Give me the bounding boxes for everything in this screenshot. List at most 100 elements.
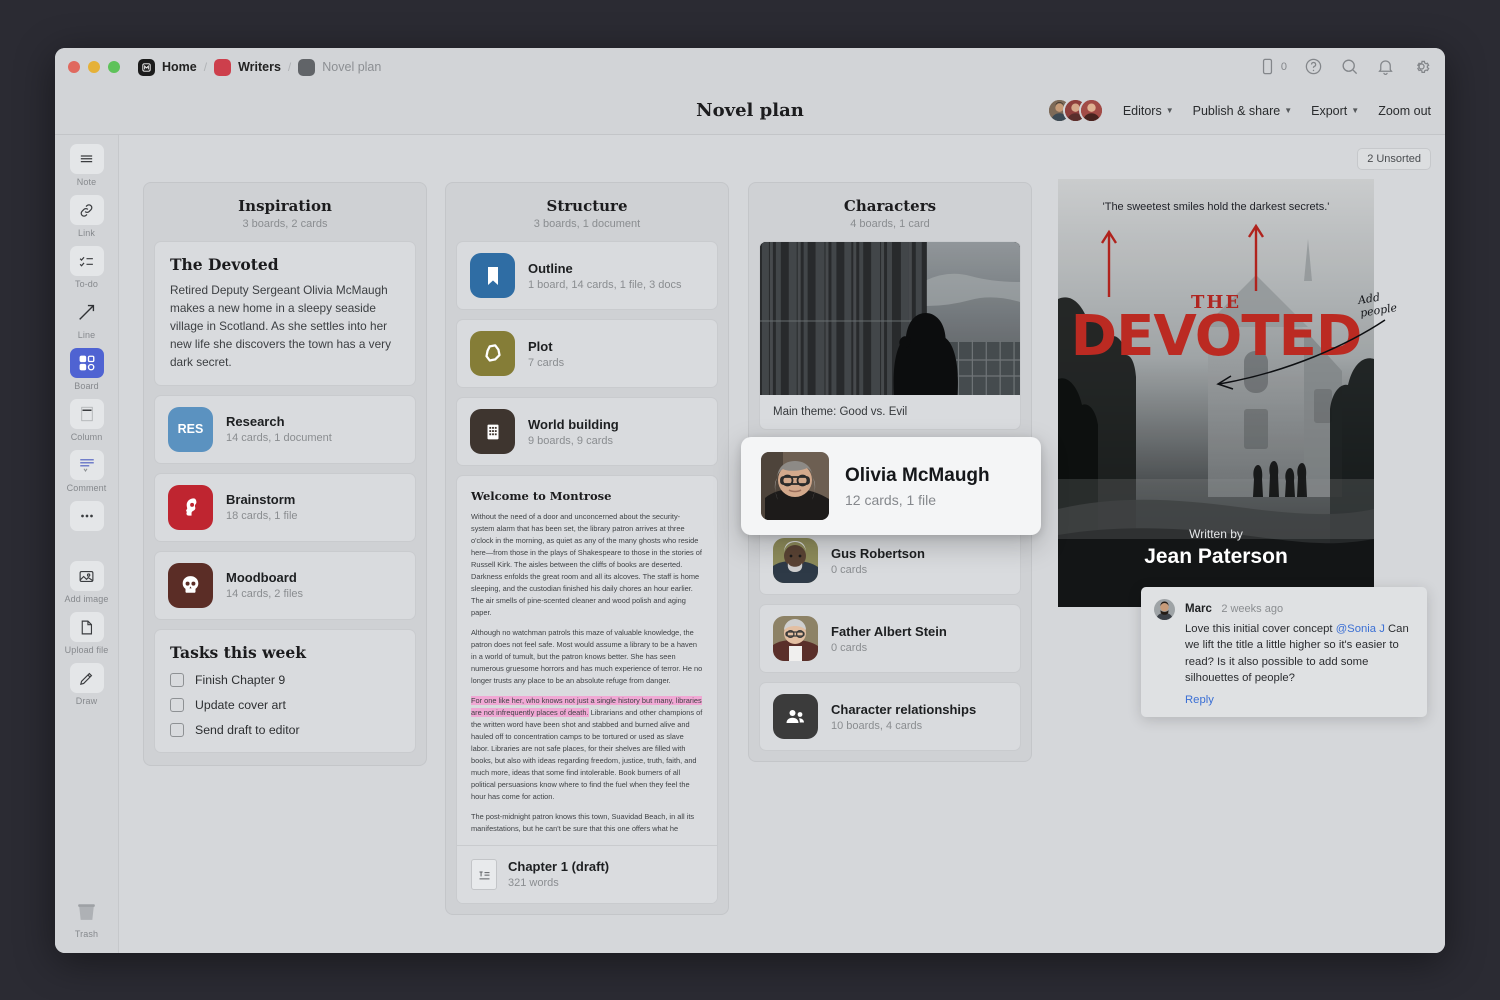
todo-item[interactable]: Send draft to editor [170,722,400,737]
comment-bubble-icon [69,450,104,480]
checkbox-icon[interactable] [170,722,184,737]
bookmark-icon [470,253,515,298]
research-initials-text: RES [177,422,204,437]
window-controls [68,61,120,73]
board-item-brainstorm[interactable]: Brainstorm 18 cards, 1 file [154,472,416,542]
tool-column[interactable]: Column [60,399,114,442]
tool-todo[interactable]: To-do [60,246,114,289]
board-item-subtitle: 7 cards [528,356,565,369]
trash-button[interactable]: Trash [60,896,114,939]
board-item-subtitle: 1 board, 14 cards, 1 file, 3 docs [528,278,682,291]
breadcrumb-item-home[interactable]: Home [138,58,197,76]
tool-draw[interactable]: Draw [60,663,114,706]
dragged-card-olivia-mcmaugh[interactable]: Olivia McMaugh 12 cards, 1 file [741,437,1041,535]
board-item-world-building[interactable]: World building 9 boards, 9 cards [456,397,718,466]
document-paragraph-rest: Librarians and other champions of the wr… [471,707,703,801]
maximize-window-button[interactable] [108,61,120,73]
column-subtitle: 3 boards, 1 document [533,218,641,230]
tool-link[interactable]: Link [60,195,114,238]
line-arrow-icon [70,297,104,327]
zoom-out-label: Zoom out [1378,103,1431,118]
board-square-icon [298,58,316,76]
board-item-title: Character relationships [831,701,977,717]
editors-menu-button[interactable]: Editors ▼ [1123,104,1174,118]
comment-thread[interactable]: Marc 2 weeks ago Love this initial cover… [1141,587,1427,717]
comment-reply-button[interactable]: Reply [1185,694,1413,706]
board-item-gus-robertson[interactable]: Gus Robertson 0 cards [759,526,1021,595]
tool-line[interactable]: Line [60,297,114,340]
tool-comment[interactable]: Comment [60,450,114,493]
todo-item[interactable]: Update cover art [170,697,400,712]
board-canvas[interactable]: 2 Unsorted Inspiration 3 boards, 2 cards… [119,135,1445,953]
mobile-icon[interactable]: 0 [1258,57,1287,76]
export-menu-button[interactable]: Export ▼ [1311,104,1359,118]
document-paragraph: Without the need of a door and unconcern… [471,512,702,617]
column-title: Structure [546,197,628,215]
app-window: Home / Writers / Novel plan 0 Novel plan… [55,48,1445,953]
board-item-title: Research [226,414,285,430]
brainstorm-head-icon [168,484,213,530]
avatar[interactable] [1078,98,1104,123]
board-item-research[interactable]: RES Research 14 cards, 1 document [154,394,416,464]
avatar-photo-icon [773,616,818,661]
board-item-plot[interactable]: Plot 7 cards [456,319,718,388]
tool-label: Line [77,330,96,340]
search-icon[interactable] [1340,57,1359,76]
tool-note[interactable]: Note [60,144,114,187]
note-lines-icon [69,144,104,174]
tool-label: Board [74,381,99,391]
close-window-button[interactable] [68,61,80,73]
plot-blob-icon [470,331,515,376]
tool-upload-file[interactable]: Upload file [60,612,114,655]
tool-add-image[interactable]: Add image [60,561,114,604]
todo-checklist-icon [69,246,104,276]
document-paragraph: The post-midnight patron knows this town… [471,811,695,833]
note-card-the-devoted[interactable]: The Devoted Retired Deputy Sergeant Oliv… [154,241,416,386]
comment-author: Marc [1185,603,1212,615]
help-icon[interactable] [1304,57,1323,76]
publish-share-menu-button[interactable]: Publish & share ▼ [1193,104,1292,118]
board-item-subtitle: 14 cards, 1 document [226,432,332,445]
research-initials-icon: RES [168,406,213,452]
column-subtitle: 3 boards, 2 cards [242,218,328,230]
todo-card-tasks[interactable]: Tasks this week Finish Chapter 9 Update … [154,628,416,753]
image-card-main-theme[interactable]: Main theme: Good vs. Evil [759,241,1021,430]
breadcrumb-item-novel-plan[interactable]: Novel plan [298,58,381,76]
board-item-character-relationships[interactable]: Character relationships 10 boards, 4 car… [759,682,1021,751]
text-document-icon [471,858,497,890]
comment-mention[interactable]: @Sonia J [1336,623,1385,635]
notifications-bell-icon[interactable] [1376,57,1395,76]
add-image-icon [69,561,104,591]
board-item-moodboard[interactable]: Moodboard 14 cards, 2 files [154,550,416,620]
tool-label: Comment [66,483,107,493]
zoom-out-button[interactable]: Zoom out [1378,104,1431,118]
column-structure[interactable]: Structure 3 boards, 1 document Outline 1… [445,182,729,915]
column-inspiration[interactable]: Inspiration 3 boards, 2 cards The Devote… [143,182,427,766]
column-title: Characters [843,197,937,215]
title-bar: Home / Writers / Novel plan 0 [55,48,1445,86]
cover-written-by-label: Written by [1189,527,1243,541]
editors-label: Editors [1122,103,1162,118]
breadcrumb-item-writers[interactable]: Writers [214,58,281,76]
document-paragraph-highlighted: For one like her, who knows not just a s… [471,695,703,803]
checkbox-icon[interactable] [170,697,184,712]
editor-avatars[interactable] [1046,98,1104,123]
board-item-outline[interactable]: Outline 1 board, 14 cards, 1 file, 3 doc… [456,241,718,310]
document-card-welcome-to-montrose[interactable]: Welcome to Montrose Without the need of … [456,475,718,904]
settings-gear-icon[interactable] [1412,57,1431,76]
tool-more[interactable] [60,501,114,531]
board-item-title: Gus Robertson [831,545,925,561]
tool-board[interactable]: Board [60,348,114,391]
unsorted-badge[interactable]: 2 Unsorted [1357,148,1431,170]
checkbox-icon[interactable] [170,672,184,687]
minimize-window-button[interactable] [88,61,100,73]
board-item-title: Moodboard [226,570,297,586]
todo-item[interactable]: Finish Chapter 9 [170,672,400,687]
avatar-photo-icon [761,452,829,520]
page-title: Novel plan [696,99,804,121]
board-item-father-albert-stein[interactable]: Father Albert Stein 0 cards [759,604,1021,673]
document-footer-chapter-1[interactable]: Chapter 1 (draft) 321 words [457,844,717,903]
comment-timestamp: 2 weeks ago [1221,603,1284,615]
dragged-card-title: Olivia McMaugh [845,464,990,486]
column-subtitle: 4 boards, 1 card [850,218,930,230]
